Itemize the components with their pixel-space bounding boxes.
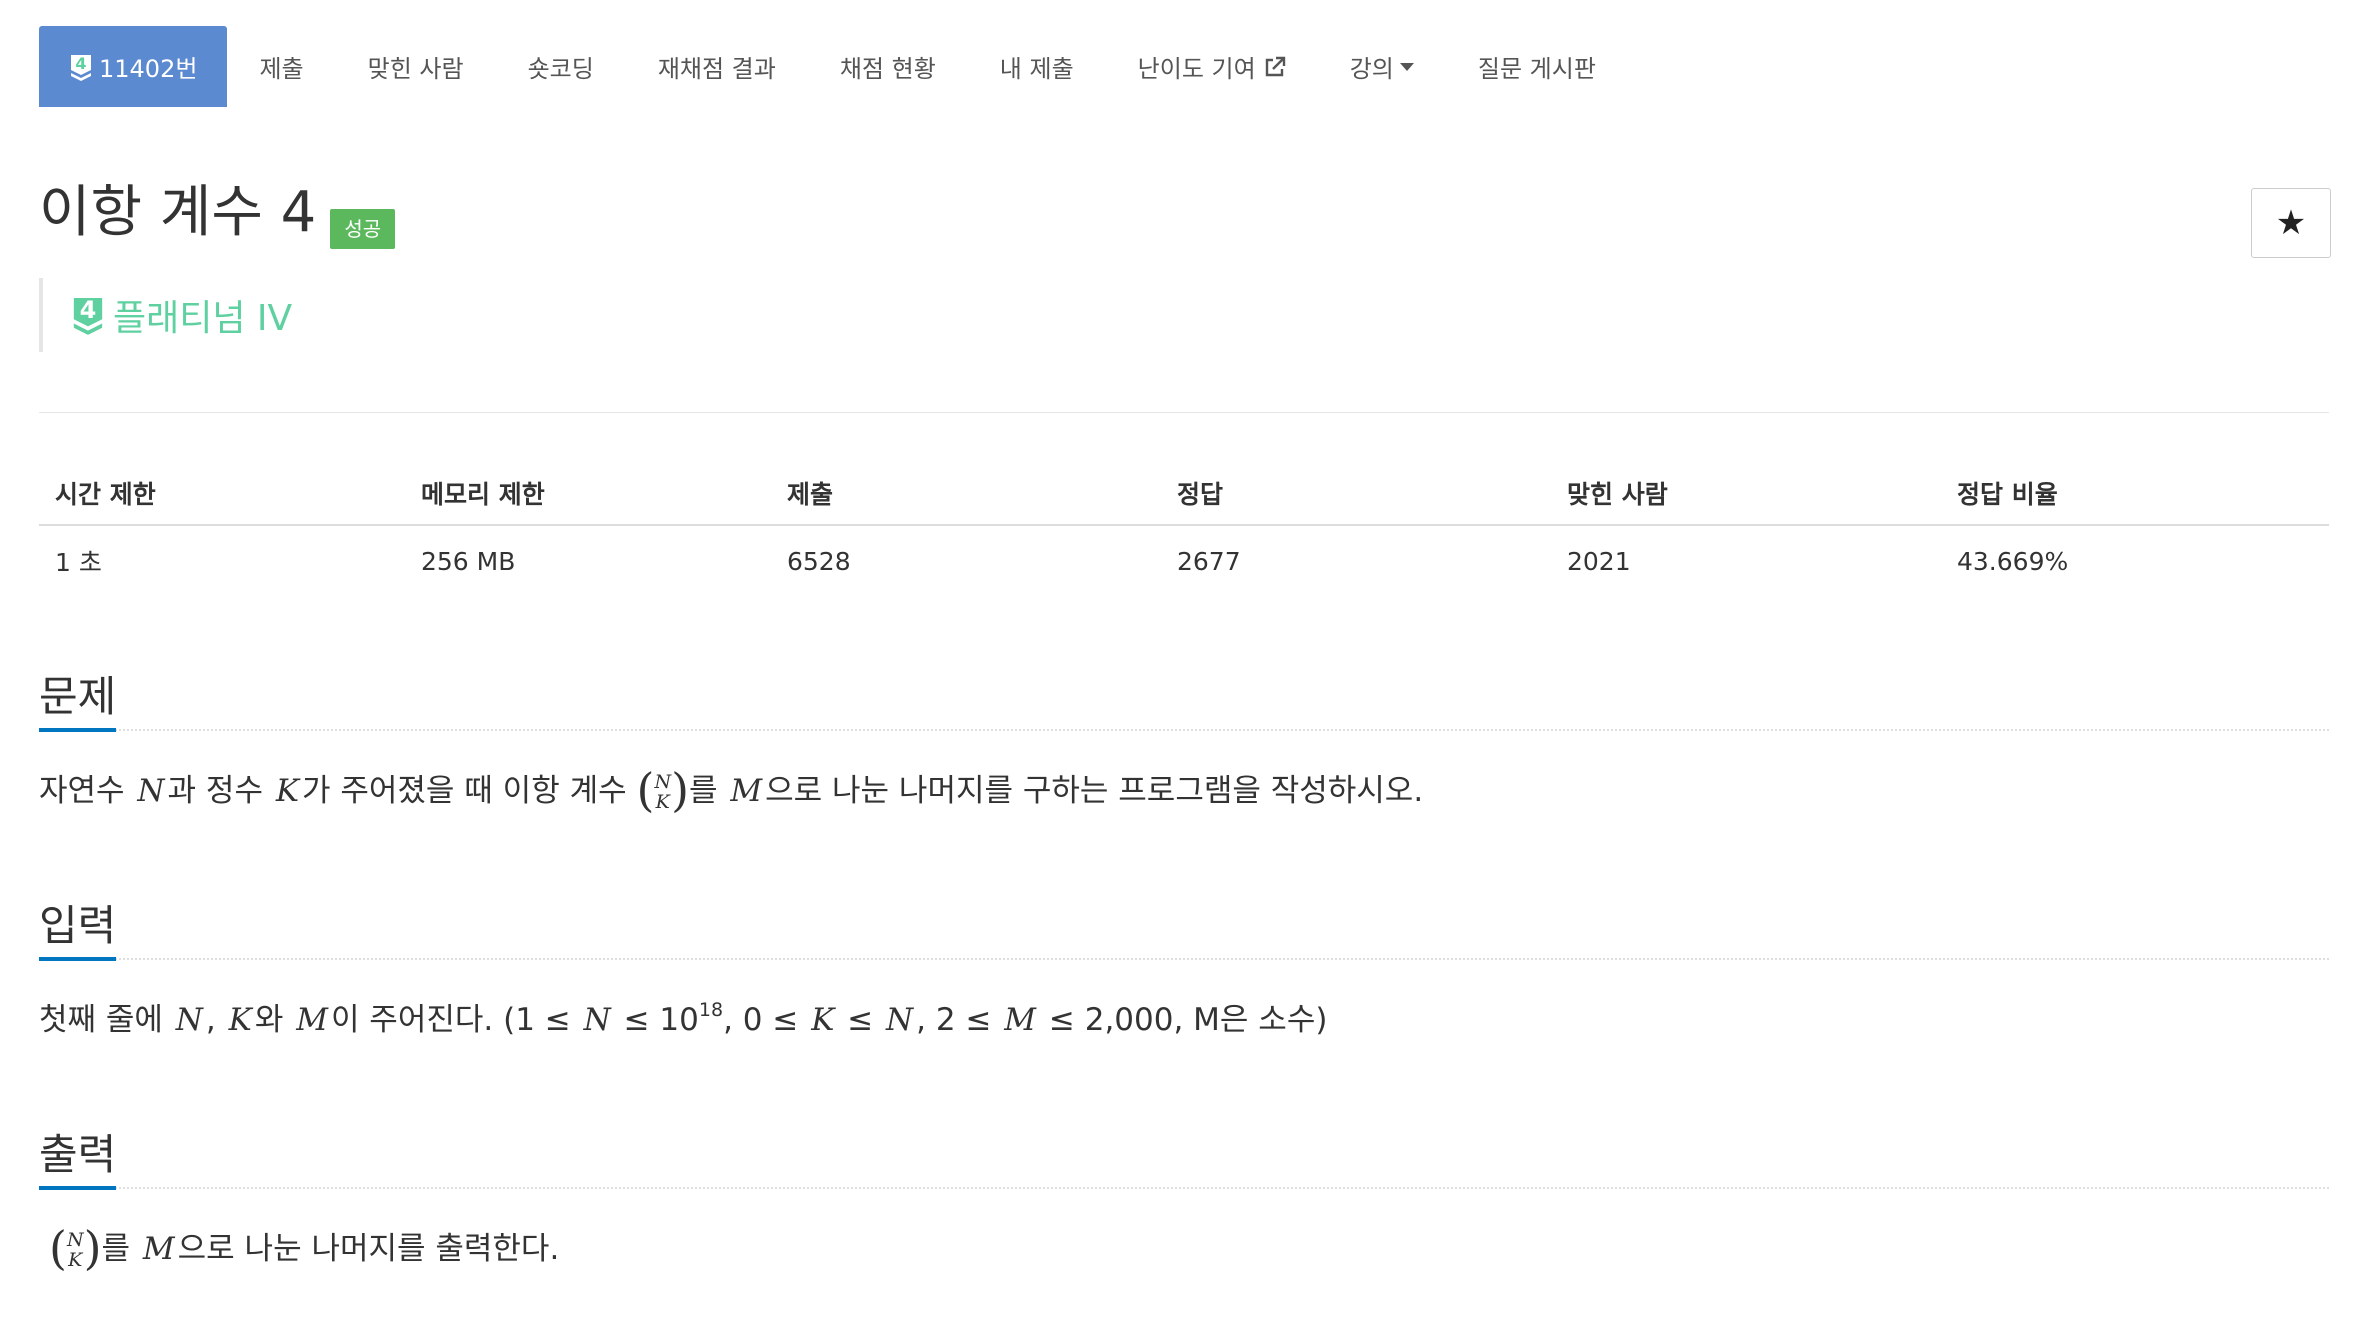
tab-solved-users[interactable]: 맞힌 사람: [336, 26, 496, 107]
tab-my-submissions[interactable]: 내 제출: [968, 26, 1106, 107]
tab-difficulty-contribution[interactable]: 난이도 기여: [1106, 26, 1318, 107]
accepted-value: 2677: [1177, 546, 1241, 576]
tier-label[interactable]: 플래티넘 IV: [113, 289, 292, 341]
favorite-star-button[interactable]: ★: [2251, 188, 2331, 258]
table-header-row: 시간 제한 메모리 제한 제출 정답 맞힌 사람 정답 비율: [39, 462, 2329, 526]
caret-down-icon: [1399, 62, 1414, 71]
tab-question-board[interactable]: 질문 게시판: [1446, 26, 1628, 107]
tier-block: 4 플래티넘 IV: [39, 278, 292, 352]
problem-title: 이항 계수 4: [39, 180, 317, 245]
status-badge: 성공: [330, 209, 396, 249]
problem-tab-bar: 4 11402번 제출 맞힌 사람 숏코딩 재채점 결과 채점 현황 내 제출 …: [39, 26, 1628, 107]
tab-rejudge-results[interactable]: 재채점 결과: [626, 26, 808, 107]
tab-label: 재채점 결과: [657, 55, 776, 83]
section-header: 입력: [39, 889, 2329, 961]
tab-label: 채점 현황: [839, 55, 936, 83]
memory-limit-value: 256 MB: [421, 546, 516, 576]
section-title: 출력: [39, 1131, 117, 1190]
platinum-tier-icon: 4: [71, 294, 105, 336]
tab-label: 난이도 기여: [1137, 55, 1256, 83]
section-title: 입력: [39, 902, 117, 961]
problem-description-text: 자연수 N과 정수 K가 주어졌을 때 이항 계수 (N K) 를 M으로 나눈 나…: [39, 762, 1424, 817]
header-accepted: 정답: [1177, 480, 1224, 509]
section-divider: [39, 1187, 2329, 1189]
platinum-4-tier-icon: 4: [69, 53, 93, 81]
tab-label: 강의: [1349, 55, 1394, 83]
header-submissions: 제출: [787, 480, 834, 509]
tab-submit[interactable]: 제출: [227, 26, 335, 107]
tab-label: 제출: [259, 55, 304, 83]
problem-info-table: 시간 제한 메모리 제한 제출 정답 맞힌 사람 정답 비율 1 초 256 M…: [39, 462, 2329, 596]
header-time-limit: 시간 제한: [55, 480, 156, 509]
tier-icon-digit: 4: [75, 53, 87, 73]
problem-page: 4 11402번 제출 맞힌 사람 숏코딩 재채점 결과 채점 현황 내 제출 …: [0, 0, 2362, 1328]
problem-title-row: 이항 계수 4 성공: [39, 180, 396, 249]
tab-judge-status[interactable]: 채점 현황: [808, 26, 968, 107]
binomial-coefficient: (N K): [49, 1220, 102, 1275]
time-limit-value: 1 초: [55, 548, 102, 577]
header-solved-users: 맞힌 사람: [1567, 480, 1668, 509]
external-link-icon: [1265, 56, 1285, 76]
submissions-value: 6528: [787, 546, 851, 576]
tab-short-coding[interactable]: 숏코딩: [496, 26, 626, 107]
section-header: 문제: [39, 660, 2329, 732]
input-description-text: 첫째 줄에 N, K와 M이 주어진다. (1 ≤ N ≤ 1018, 0 ≤ …: [39, 999, 1328, 1039]
problem-description-section: 문제 자연수 N과 정수 K가 주어졌을 때 이항 계수 (N K) 를 M으로 나…: [39, 660, 2329, 813]
output-description-text: (N K) 를 M으로 나눈 나머지를 출력한다.: [49, 1220, 560, 1275]
section-title: 문제: [39, 673, 117, 732]
tab-label: 내 제출: [999, 55, 1074, 83]
tier-icon-digit: 4: [79, 296, 97, 324]
tab-problem-number[interactable]: 4 11402번: [39, 26, 228, 107]
tab-label: 숏코딩: [527, 55, 594, 83]
output-section: 출력 (N K) 를 M으로 나눈 나머지를 출력한다.: [39, 1118, 2329, 1271]
header-memory-limit: 메모리 제한: [421, 480, 545, 509]
table-row: 1 초 256 MB 6528 2677 2021 43.669%: [39, 526, 2329, 596]
star-icon: ★: [2275, 203, 2307, 243]
input-section: 입력 첫째 줄에 N, K와 M이 주어진다. (1 ≤ N ≤ 1018, 0…: [39, 889, 2329, 1042]
header-accept-ratio: 정답 비율: [1957, 480, 2058, 509]
binomial-coefficient: (N K): [636, 762, 690, 817]
divider: [39, 412, 2329, 413]
section-divider: [39, 729, 2329, 731]
tab-lectures[interactable]: 강의: [1318, 26, 1446, 107]
section-header: 출력: [39, 1118, 2329, 1190]
tab-label: 맞힌 사람: [367, 55, 464, 83]
solved-users-value: 2021: [1567, 546, 1631, 576]
tab-label: 11402번: [99, 55, 198, 83]
tab-label: 질문 게시판: [1477, 55, 1596, 83]
section-divider: [39, 958, 2329, 960]
accept-ratio-value: 43.669%: [1957, 546, 2069, 576]
